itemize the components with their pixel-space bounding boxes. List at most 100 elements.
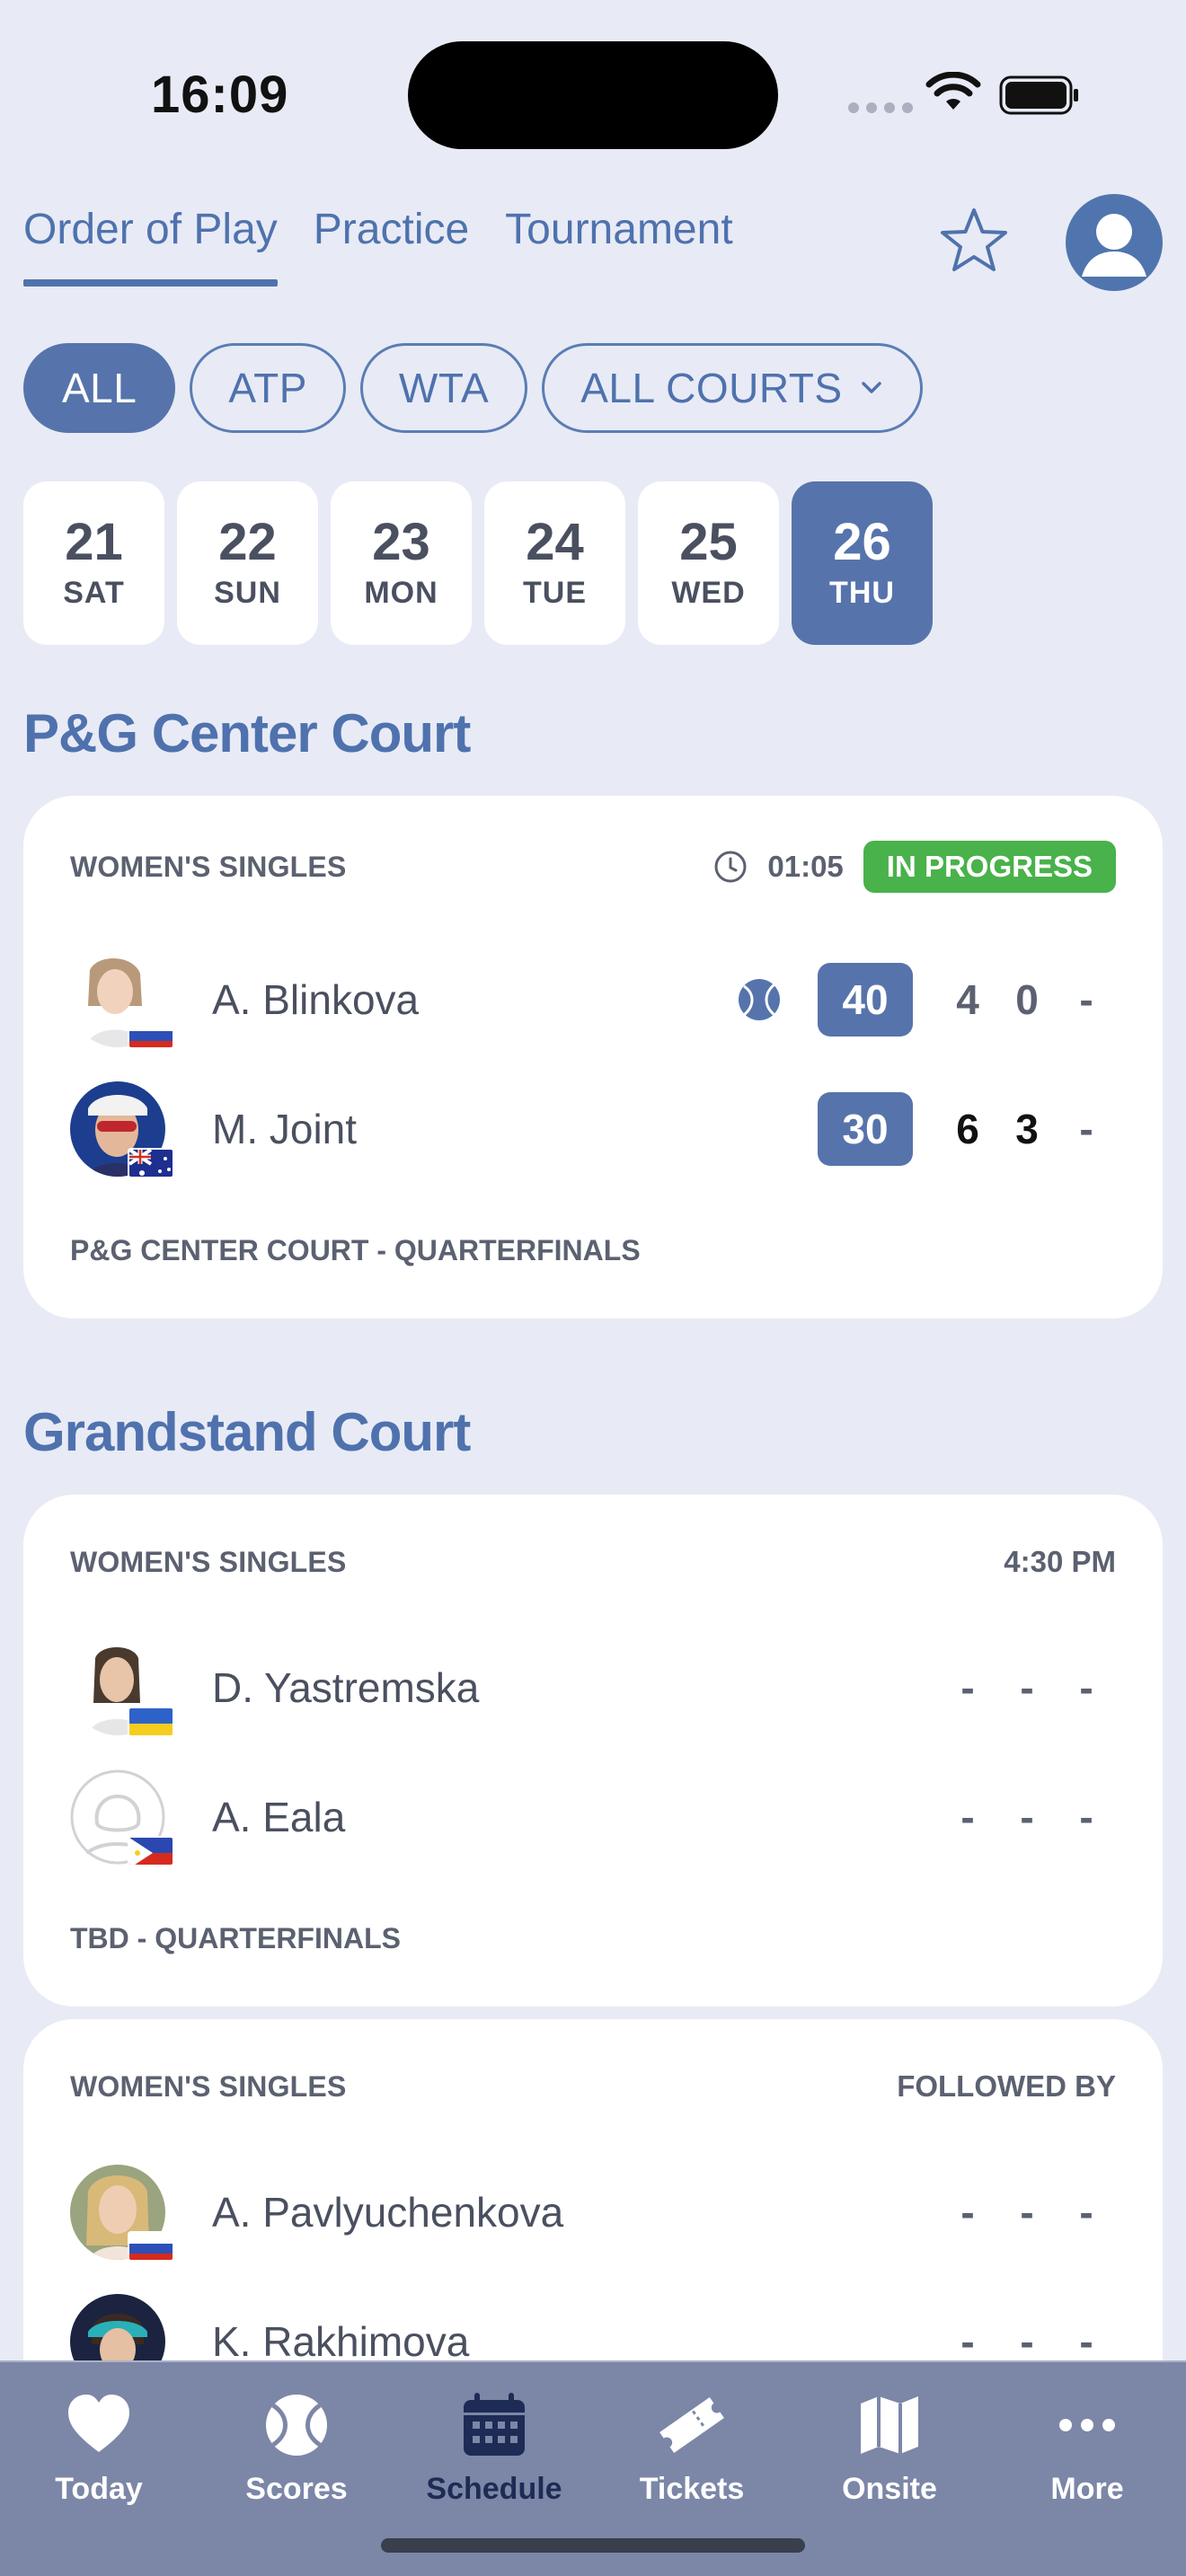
flag-australia-icon bbox=[128, 1148, 174, 1178]
player-name: A. Pavlyuchenkova bbox=[212, 2189, 564, 2236]
match-round: TBD - QUARTERFINALS bbox=[70, 1922, 401, 1954]
event-label: WOMEN'S SINGLES bbox=[70, 850, 347, 883]
date-strip: 21 SAT 22 SUN 23 MON 24 TUE 25 WED 26 THU bbox=[23, 481, 933, 645]
flag-russia-icon bbox=[128, 1019, 174, 1049]
calendar-icon bbox=[464, 2393, 525, 2456]
match-time: FOLLOWED BY bbox=[897, 2069, 1116, 2103]
set-score: - bbox=[960, 1794, 975, 1840]
date-weekday: MON bbox=[364, 575, 438, 610]
set-score: 6 bbox=[956, 1106, 979, 1152]
filter-atp-label: ATP bbox=[228, 365, 307, 411]
date-26[interactable]: 26 THU bbox=[792, 481, 933, 645]
event-label: WOMEN'S SINGLES bbox=[70, 2069, 347, 2103]
set-score: - bbox=[1079, 2318, 1093, 2365]
date-weekday: SAT bbox=[63, 575, 125, 610]
avatar bbox=[70, 1081, 174, 1178]
signal-icon bbox=[848, 102, 913, 113]
filter-wta-label: WTA bbox=[398, 365, 490, 411]
game-score: 40 bbox=[818, 963, 913, 1037]
date-21[interactable]: 21 SAT bbox=[23, 481, 164, 645]
date-number: 21 bbox=[65, 512, 123, 571]
status-badge: IN PROGRESS bbox=[863, 841, 1116, 893]
filter-all[interactable]: ALL bbox=[23, 343, 176, 433]
match-card[interactable]: WOMEN'S SINGLES 4:30 PM D. Yastremska - … bbox=[23, 1495, 1163, 2007]
set-score: - bbox=[1020, 2318, 1034, 2365]
set-score: - bbox=[960, 2318, 975, 2365]
player-name: A. Blinkova bbox=[212, 976, 420, 1023]
date-number: 25 bbox=[679, 512, 738, 571]
set-score: - bbox=[1020, 1664, 1034, 1711]
set-score: - bbox=[1020, 1794, 1034, 1840]
chevron-down-icon bbox=[861, 382, 881, 393]
nav-label: Tickets bbox=[639, 2472, 745, 2506]
date-weekday: TUE bbox=[523, 575, 587, 610]
set-score: 3 bbox=[1015, 1106, 1039, 1152]
avatar bbox=[70, 1640, 174, 1737]
set-score: 4 bbox=[956, 976, 979, 1023]
tab-tournament[interactable]: Tournament bbox=[505, 205, 732, 287]
match-time: 4:30 PM bbox=[1004, 1545, 1116, 1578]
profile-button[interactable] bbox=[1066, 194, 1163, 291]
match-duration: 01:05 bbox=[767, 850, 844, 883]
flag-russia-icon bbox=[128, 2231, 174, 2262]
player-row: D. Yastremska - - - bbox=[70, 1638, 1116, 1737]
tennis-ball-icon bbox=[266, 2395, 327, 2456]
date-22[interactable]: 22 SUN bbox=[177, 481, 318, 645]
event-label: WOMEN'S SINGLES bbox=[70, 1545, 347, 1578]
set-score: - bbox=[1079, 1664, 1093, 1711]
date-number: 22 bbox=[218, 512, 277, 571]
filter-wta[interactable]: WTA bbox=[359, 343, 528, 433]
player-row: M. Joint 30 6 3 - bbox=[70, 1080, 1116, 1178]
player-row: A. Blinkova 40 4 0 - bbox=[70, 950, 1116, 1049]
date-weekday: WED bbox=[671, 575, 746, 610]
set-score: - bbox=[1079, 2189, 1093, 2236]
profile-icon bbox=[1082, 214, 1146, 277]
more-icon bbox=[1059, 2419, 1115, 2431]
clock-icon bbox=[714, 851, 747, 883]
court-title: Grandstand Court bbox=[23, 1402, 471, 1462]
player-name: M. Joint bbox=[212, 1106, 358, 1152]
serving-ball-icon bbox=[739, 979, 780, 1020]
nav-more[interactable]: More bbox=[988, 2362, 1186, 2576]
nav-scores[interactable]: Scores bbox=[198, 2362, 395, 2576]
set-score: - bbox=[1079, 1106, 1093, 1152]
courts-dropdown-label: ALL COURTS bbox=[580, 365, 843, 411]
date-number: 24 bbox=[526, 512, 584, 571]
nav-today[interactable]: Today bbox=[0, 2362, 198, 2576]
match-card[interactable]: WOMEN'S SINGLES 01:05 IN PROGRESS A. Bli… bbox=[23, 796, 1163, 1319]
date-25[interactable]: 25 WED bbox=[638, 481, 779, 645]
filter-all-label: ALL bbox=[62, 365, 137, 411]
battery-icon bbox=[999, 75, 1078, 115]
player-row: A. Pavlyuchenkova - - - bbox=[70, 2163, 1116, 2262]
avatar bbox=[70, 1769, 174, 1866]
date-weekday: THU bbox=[829, 575, 895, 610]
flag-ukraine-icon bbox=[128, 1707, 174, 1737]
dynamic-island bbox=[408, 41, 778, 149]
set-score: 0 bbox=[1015, 976, 1039, 1023]
star-icon[interactable] bbox=[938, 205, 1010, 277]
home-indicator bbox=[381, 2538, 805, 2553]
tab-practice[interactable]: Practice bbox=[314, 205, 469, 287]
avatar bbox=[70, 2165, 174, 2262]
court-title: P&G Center Court bbox=[23, 703, 471, 763]
player-name: D. Yastremska bbox=[212, 1664, 480, 1711]
date-24[interactable]: 24 TUE bbox=[484, 481, 625, 645]
map-icon bbox=[861, 2396, 918, 2454]
nav-label: Scores bbox=[245, 2472, 348, 2506]
courts-dropdown[interactable]: ALL COURTS bbox=[542, 343, 923, 433]
set-score: - bbox=[1079, 1794, 1093, 1840]
date-23[interactable]: 23 MON bbox=[331, 481, 472, 645]
heart-icon bbox=[68, 2395, 129, 2452]
set-score: - bbox=[1079, 976, 1093, 1023]
filter-chips: ALL ATP WTA ALL COURTS bbox=[23, 343, 923, 433]
status-time: 16:09 bbox=[151, 66, 289, 124]
nav-label: Schedule bbox=[426, 2472, 562, 2506]
flag-philippines-icon bbox=[128, 1836, 174, 1866]
nav-onsite[interactable]: Onsite bbox=[791, 2362, 988, 2576]
player-name: A. Eala bbox=[212, 1794, 346, 1840]
top-tabs: Order of Play Practice Tournament bbox=[23, 205, 733, 287]
avatar bbox=[70, 952, 174, 1049]
filter-atp[interactable]: ATP bbox=[190, 343, 346, 433]
tab-order-of-play[interactable]: Order of Play bbox=[23, 205, 278, 287]
wifi-icon bbox=[925, 72, 981, 110]
